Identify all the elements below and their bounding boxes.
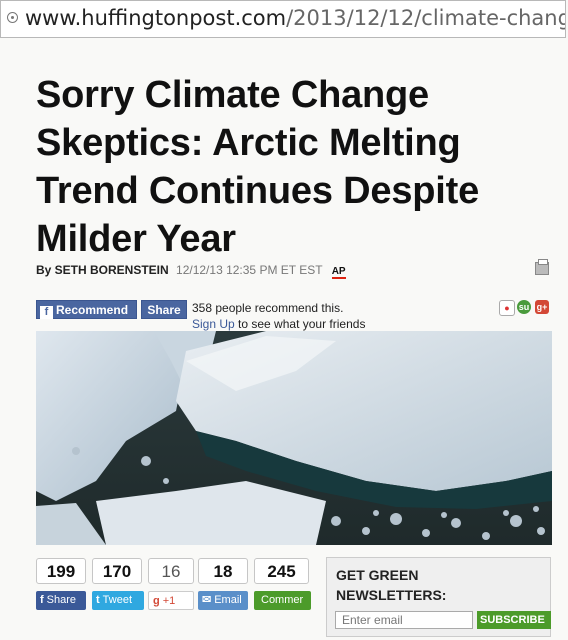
share-label-1: Tweet [102, 594, 133, 606]
subscribe-button[interactable]: SUBSCRIBE [477, 611, 551, 629]
share-label-2: +1 [162, 595, 176, 607]
facebook-icon: f [40, 306, 53, 319]
share-count-0: 199 [36, 558, 86, 584]
share-button-0[interactable]: f Share [36, 591, 86, 610]
share-label-3: Email [214, 594, 242, 606]
facebook-share-button[interactable]: Share [141, 300, 187, 319]
signup-prompt: Sign Up to see what your friends [192, 317, 365, 331]
byline-author: By SETH BORENSTEIN [36, 263, 169, 277]
share-glyph-3: ✉ [202, 594, 212, 606]
ap-logo: AP [331, 266, 346, 279]
article-headline: Sorry Climate Change Skeptics: Arctic Me… [36, 74, 480, 260]
share-button-3[interactable]: ✉ Email [198, 591, 248, 610]
share-button-2[interactable]: g +1 [148, 591, 194, 610]
share-label-0: Share [46, 594, 77, 606]
byline: By SETH BORENSTEIN 12/12/13 12:35 PM ET … [36, 263, 346, 279]
share-count-4: 245 [254, 558, 309, 584]
facebook-recommend-button[interactable]: f Recommend [36, 300, 137, 319]
newsletter-title: GET GREEN NEWSLETTERS: [336, 567, 447, 603]
share-glyph-2: g [153, 595, 160, 607]
url-domain: www.huffingtonpost.com [25, 6, 287, 30]
share-glyph-1: t [96, 594, 100, 606]
share-label-4: Commer [261, 594, 304, 606]
signup-rest: to see what your friends [234, 317, 366, 331]
byline-timestamp: 12/12/13 12:35 PM ET EST [176, 263, 323, 277]
reddit-icon[interactable]: ● [499, 300, 515, 316]
print-icon[interactable] [535, 259, 549, 275]
arctic-ice-image [36, 331, 552, 545]
newsletter-signup: GET GREEN NEWSLETTERS: SUBSCRIBE [326, 557, 551, 637]
article-page: Sorry Climate Change Skeptics: Arctic Me… [0, 38, 568, 640]
share-count-1: 170 [92, 558, 142, 584]
url-path: /2013/12/12/climate-chang [286, 6, 565, 30]
address-bar[interactable]: www.huffingtonpost.com/2013/12/12/climat… [0, 0, 566, 38]
signup-link[interactable]: Sign Up [192, 317, 235, 331]
article-photo [36, 331, 552, 545]
stumbleupon-icon[interactable]: su [517, 300, 531, 314]
newsletter-email-input[interactable] [335, 611, 473, 629]
share-count-2: 16 [148, 558, 194, 584]
google-plus-icon[interactable]: g+ [535, 300, 549, 314]
recommend-count-text: 358 people recommend this. [192, 301, 344, 315]
share-button-1[interactable]: t Tweet [92, 591, 144, 610]
url-text[interactable]: www.huffingtonpost.com/2013/12/12/climat… [25, 6, 565, 30]
share-count-3: 18 [198, 558, 248, 584]
share-glyph-0: f [40, 594, 44, 606]
share-button-4[interactable]: Commer [254, 591, 311, 610]
site-info-icon[interactable] [7, 12, 18, 23]
recommend-label: Recommend [56, 303, 129, 317]
